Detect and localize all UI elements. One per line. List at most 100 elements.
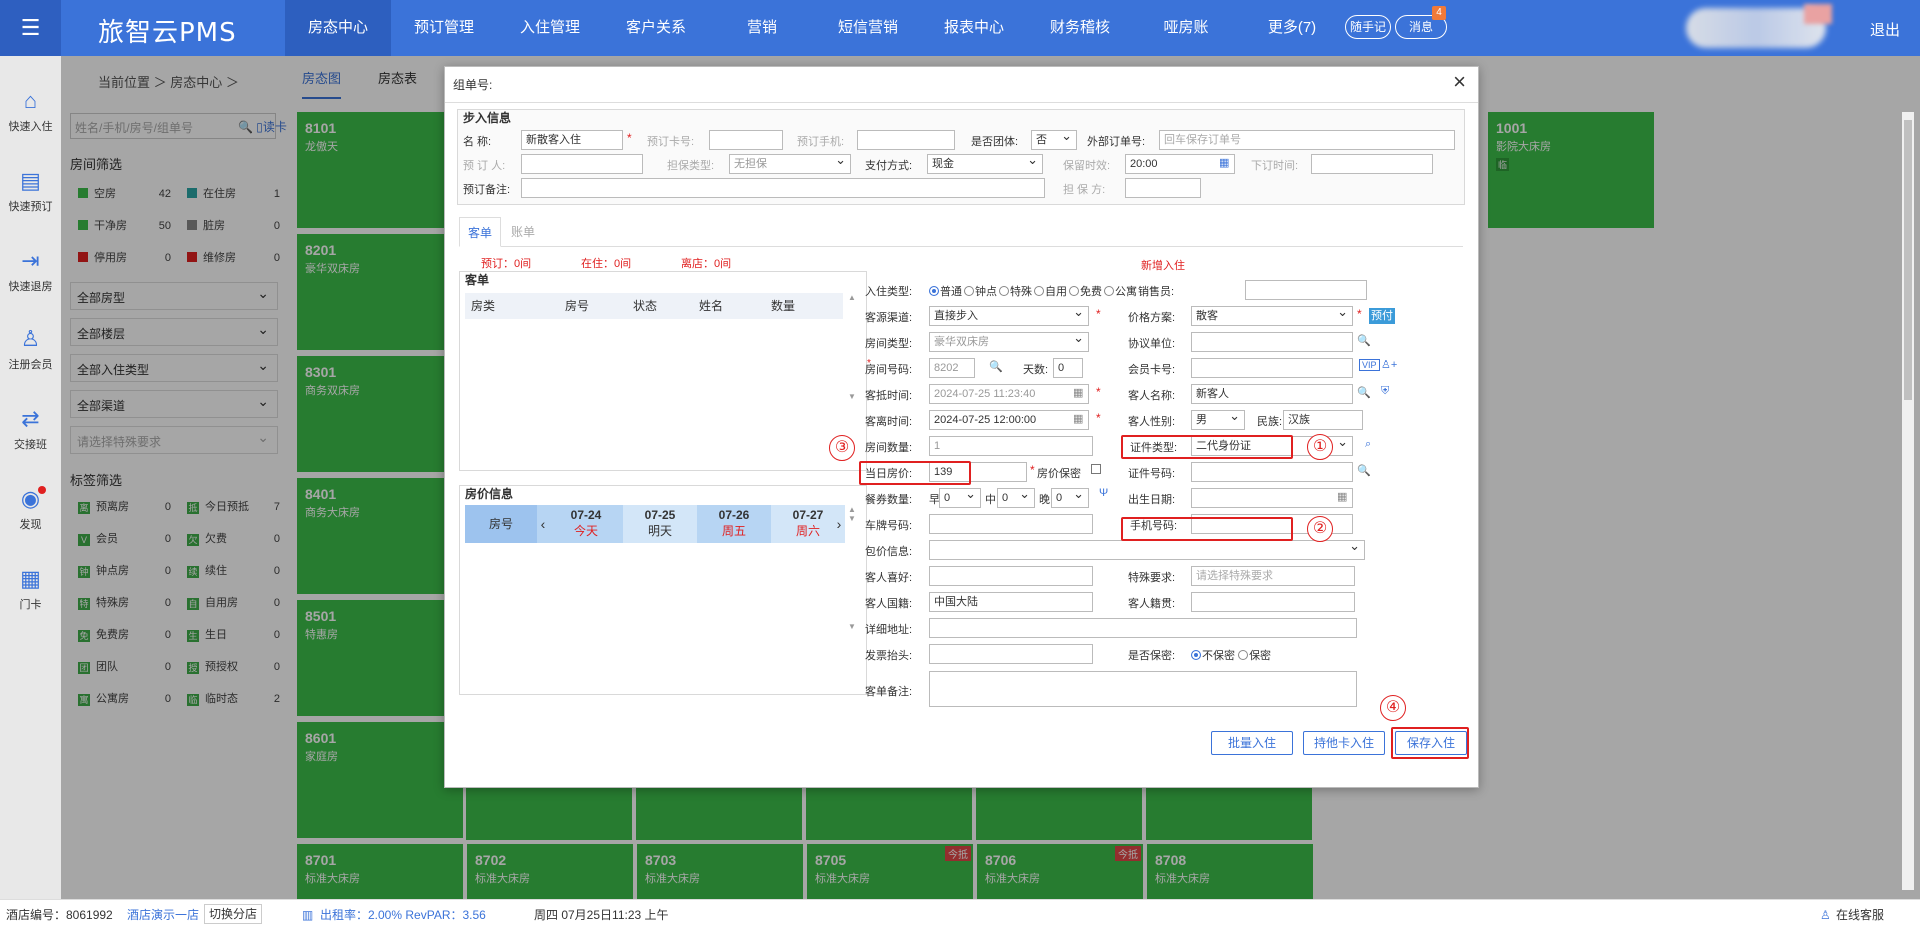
nav-sms[interactable]: 短信营销: [815, 0, 921, 56]
external-order-field[interactable]: 回车保存订单号: [1159, 130, 1455, 150]
calendar-icon[interactable]: ▦: [1337, 490, 1347, 503]
nav-finance[interactable]: 财务稽核: [1027, 0, 1133, 56]
gender-select[interactable]: 男: [1191, 410, 1245, 430]
checkin-type-radio[interactable]: [1104, 286, 1114, 296]
menu-icon[interactable]: ☰: [0, 0, 61, 56]
price-plan-select[interactable]: 散客: [1191, 306, 1353, 326]
checkin-type-radio[interactable]: [999, 286, 1009, 296]
plate-field[interactable]: [929, 514, 1093, 534]
invoice-field[interactable]: [929, 644, 1093, 664]
breakfast-select[interactable]: 0: [939, 488, 981, 508]
ethnic-label: 民族:: [1257, 416, 1283, 428]
quick-note-button[interactable]: 随手记: [1345, 15, 1391, 39]
search-icon[interactable]: 🔍: [1357, 464, 1371, 477]
checkin-type-radio[interactable]: [1034, 286, 1044, 296]
room-count-field[interactable]: 1: [929, 436, 1093, 456]
native-place-field[interactable]: [1191, 592, 1355, 612]
order-time-field[interactable]: [1311, 154, 1433, 174]
room-type-label: 房间类型:: [865, 338, 913, 350]
price-scrollbar[interactable]: ▲ ▼ ▼: [847, 505, 857, 691]
nav-marketing[interactable]: 营销: [709, 0, 815, 56]
nav-room-center[interactable]: 房态中心: [285, 0, 391, 56]
next-arrow-icon[interactable]: ›: [833, 505, 845, 543]
booking-remark-field[interactable]: [521, 178, 1045, 198]
hotel-name-link[interactable]: 酒店演示一店: [127, 900, 199, 929]
guest-remark-textarea[interactable]: [929, 671, 1357, 707]
ethnic-field[interactable]: 汉族: [1283, 410, 1363, 430]
batch-checkin-button[interactable]: 批量入住: [1211, 731, 1293, 755]
col-room-no: 房号: [565, 299, 590, 313]
search-icon[interactable]: 🔍: [989, 360, 1003, 373]
special-request-field[interactable]: 请选择特殊要求: [1191, 566, 1355, 586]
address-field[interactable]: [929, 618, 1357, 638]
id-scan-icon[interactable]: ⌕: [1365, 438, 1371, 451]
arrive-time-field[interactable]: 2024-07-25 11:23:40: [929, 384, 1089, 404]
group-select[interactable]: 否: [1031, 130, 1077, 150]
checkin-type-radio[interactable]: [929, 286, 939, 296]
calendar-icon[interactable]: ▦: [1219, 156, 1229, 169]
nav-more[interactable]: 更多(7): [1239, 0, 1345, 56]
sidebar-shift-handover[interactable]: ⇄ 交接班: [0, 406, 61, 452]
guarantee-select[interactable]: 无担保: [729, 154, 851, 174]
shield-icon[interactable]: ⛨: [1381, 385, 1389, 398]
booking-card-field[interactable]: [709, 130, 783, 150]
search-icon[interactable]: 🔍: [1357, 386, 1371, 399]
nationality-field[interactable]: 中国大陆: [929, 592, 1093, 612]
sidebar-quick-booking[interactable]: ▤ 快速预订: [0, 168, 61, 214]
hobby-field[interactable]: [929, 566, 1093, 586]
agreement-field[interactable]: [1191, 332, 1353, 352]
tab-guest-order[interactable]: 客单: [459, 217, 502, 247]
sales-field[interactable]: [1245, 280, 1367, 300]
sidebar-discover[interactable]: ◉ 发现: [0, 486, 61, 532]
tab-bill[interactable]: 账单: [503, 217, 543, 247]
checkin-type-radio[interactable]: [964, 286, 974, 296]
logout-button[interactable]: 退出: [1870, 19, 1900, 40]
leave-time-field[interactable]: 2024-07-25 12:00:00: [929, 410, 1089, 430]
utensils-icon[interactable]: Ψ: [1099, 487, 1108, 499]
package-select[interactable]: [929, 540, 1365, 560]
calendar-icon[interactable]: ▦: [1073, 412, 1083, 425]
payment-select[interactable]: 现金: [927, 154, 1043, 174]
member-card-field[interactable]: [1191, 358, 1353, 378]
name-field[interactable]: 新散客入住: [521, 130, 623, 150]
sidebar-quick-checkin[interactable]: ⌂ 快速入住: [0, 88, 61, 134]
secret-yes-radio[interactable]: [1238, 650, 1249, 660]
booker-field[interactable]: [521, 154, 643, 174]
birth-date-field[interactable]: [1191, 488, 1353, 508]
nav-checkin[interactable]: 入住管理: [497, 0, 603, 56]
guest-name-field[interactable]: 新客人: [1191, 384, 1353, 404]
room-type-select[interactable]: 豪华双床房: [929, 332, 1089, 352]
nav-reports[interactable]: 报表中心: [921, 0, 1027, 56]
prev-arrow-icon[interactable]: ‹: [537, 505, 549, 543]
booking-phone-field[interactable]: [857, 130, 955, 150]
col-room-type: 房类: [471, 299, 496, 313]
switch-branch-button[interactable]: 切换分店: [204, 904, 263, 924]
sidebar-register-member[interactable]: ♙ 注册会员: [0, 326, 61, 372]
sidebar-quick-checkout[interactable]: ⇥ 快速退房: [0, 248, 61, 294]
nav-crm[interactable]: 客户关系: [603, 0, 709, 56]
secret-no-radio[interactable]: [1191, 650, 1201, 660]
page-scrollbar-thumb[interactable]: [1904, 120, 1912, 400]
other-card-checkin-button[interactable]: 持他卡入住: [1303, 731, 1385, 755]
nav-dummy-account[interactable]: 哑房账: [1133, 0, 1239, 56]
online-support-link[interactable]: 在线客服: [1836, 900, 1884, 929]
sidebar-door-card[interactable]: ▦ 门卡: [0, 566, 61, 612]
room-type-required: *: [867, 358, 871, 369]
room-no-field[interactable]: 8202: [929, 358, 975, 378]
guarantor-field[interactable]: [1125, 178, 1201, 198]
close-icon[interactable]: ×: [1453, 69, 1466, 95]
vip-icon[interactable]: VIP: [1359, 359, 1380, 371]
add-member-icon[interactable]: ♙+: [1381, 358, 1397, 371]
nationality-label: 客人国籍:: [865, 598, 913, 610]
id-no-field[interactable]: [1191, 462, 1353, 482]
prepay-button[interactable]: 预付: [1369, 308, 1395, 324]
nav-booking[interactable]: 预订管理: [391, 0, 497, 56]
checkin-type-radio[interactable]: [1069, 286, 1079, 296]
days-field[interactable]: 0: [1053, 358, 1083, 378]
search-icon[interactable]: 🔍: [1357, 334, 1371, 347]
lunch-select[interactable]: 0: [997, 488, 1035, 508]
calendar-icon[interactable]: ▦: [1073, 386, 1083, 399]
price-secret-checkbox[interactable]: [1091, 464, 1101, 474]
dinner-select[interactable]: 0: [1051, 488, 1089, 508]
source-select[interactable]: 直接步入: [929, 306, 1089, 326]
